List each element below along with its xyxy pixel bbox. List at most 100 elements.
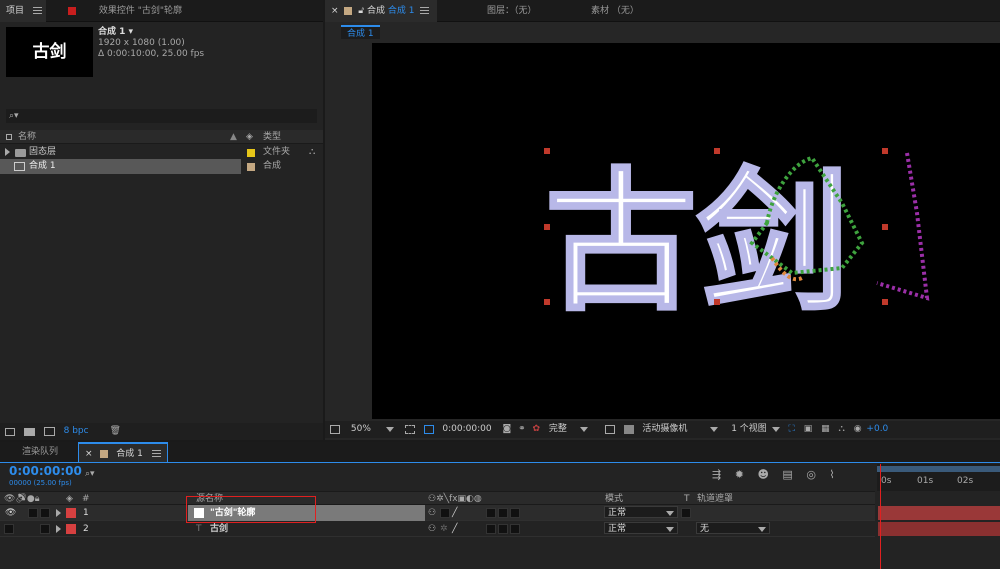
current-time[interactable]: 0:00:00:00 [442, 421, 491, 438]
resolution-dropdown-icon[interactable] [579, 427, 588, 432]
exposure-value[interactable]: +0.0 [866, 421, 888, 438]
col-index[interactable]: # [82, 492, 90, 506]
eye-icon[interactable]: 👁︎ [5, 505, 16, 521]
col-mode[interactable]: 模式 [605, 492, 623, 506]
zoom-dropdown-icon[interactable] [385, 427, 394, 432]
layer-mode-select[interactable]: 正常 [604, 522, 678, 534]
lock-icon[interactable]: 🔓︎ [358, 6, 364, 16]
bpc-button[interactable]: 8 bpc [64, 423, 89, 440]
exposure-reset-icon[interactable]: ◉ [854, 421, 862, 438]
panel-menu-icon[interactable] [151, 450, 161, 457]
quality-switch-icon[interactable]: ╱ [452, 521, 457, 537]
transform-handle-tm[interactable] [714, 148, 720, 154]
channel-icon[interactable]: ✿ [532, 421, 540, 438]
transform-handle-ml[interactable] [544, 224, 550, 230]
flowchart-toggle-icon[interactable]: ⛬ [839, 421, 845, 438]
layer-label-color[interactable] [66, 524, 76, 534]
camera-select[interactable]: 活动摄像机 [642, 421, 687, 438]
layer-label-color[interactable] [66, 508, 76, 518]
collapse-switch-icon[interactable]: ✲ [440, 521, 448, 537]
trash-icon[interactable]: 🗑 [109, 423, 120, 440]
lock-toggle[interactable] [40, 508, 50, 518]
layer-row-1[interactable]: 👁︎ 1 "古剑"轮廓 ⚇ ╱ 正常 [0, 496, 875, 523]
av-switches-icon[interactable]: 👁︎🔊︎●🔒︎ [4, 492, 40, 506]
col-t[interactable]: T [684, 492, 690, 506]
col-track-matte[interactable]: 轨道遮罩 [697, 492, 733, 506]
tab-project[interactable]: 项目 [0, 0, 46, 22]
col-type[interactable]: 类型 [263, 130, 281, 144]
effects-switch[interactable] [486, 508, 496, 518]
always-preview-icon[interactable] [330, 425, 340, 434]
new-folder-icon[interactable] [23, 427, 35, 436]
transform-handle-tl[interactable] [544, 148, 550, 154]
work-area-bar[interactable] [877, 466, 1000, 472]
expand-arrow-icon[interactable] [5, 145, 10, 160]
pixel-aspect-icon[interactable]: ⛶ [789, 421, 795, 438]
preserve-transparency-toggle[interactable] [681, 508, 691, 518]
shy-switch-icon[interactable]: ⚇ [428, 521, 436, 537]
comp-viewer[interactable]: 古剑 [372, 43, 1000, 419]
draft-3d-icon[interactable]: ✹ [735, 468, 744, 481]
label-color-tan[interactable] [247, 163, 255, 171]
views-select[interactable]: 1 个视图 [731, 421, 767, 438]
resolution-select[interactable]: 完整 [549, 421, 567, 438]
tab-footage[interactable]: 素材 （无） [585, 0, 645, 22]
comp-thumbnail[interactable]: 古剑 [6, 27, 93, 77]
expand-arrow-icon[interactable] [56, 521, 61, 537]
comp-info-name[interactable]: 合成 1 ▾ [98, 27, 204, 38]
sort-up-icon[interactable]: ▲ [230, 130, 237, 144]
visibility-toggle[interactable] [4, 524, 14, 534]
comp-mini-flowchart-icon[interactable]: ⇶ [712, 468, 721, 481]
comp-breadcrumb[interactable]: 合成 1 [341, 25, 380, 39]
mask-visibility-icon[interactable] [423, 425, 434, 434]
show-snapshot-icon[interactable]: ⚭ [518, 421, 526, 438]
playhead[interactable] [880, 464, 881, 569]
lock-toggle[interactable] [40, 524, 50, 534]
views-dropdown-icon[interactable] [771, 427, 780, 432]
interpret-footage-icon[interactable] [5, 427, 15, 436]
transform-handle-br[interactable] [882, 299, 888, 305]
tab-render-queue[interactable]: 渲染队列 [16, 442, 64, 462]
tag-icon[interactable]: ◈ [246, 130, 253, 144]
region-interest-icon[interactable] [604, 425, 615, 434]
motion-blur-switch[interactable] [510, 524, 520, 534]
shy-icon[interactable]: ☻ [757, 468, 768, 481]
tab-layer[interactable]: 图层：（无） [481, 0, 543, 22]
frame-blend-switch[interactable] [498, 508, 508, 518]
zoom-select[interactable]: 50% [351, 421, 371, 438]
transform-handle-tr[interactable] [882, 148, 888, 154]
col-name[interactable]: 名称 [18, 130, 36, 144]
fast-preview-icon[interactable]: ▣ [804, 421, 813, 438]
panel-menu-icon[interactable] [420, 7, 430, 14]
snapshot-icon[interactable]: ◙ [502, 421, 511, 438]
close-icon[interactable]: × [331, 6, 339, 16]
camera-dropdown-icon[interactable] [710, 427, 719, 432]
transform-handle-bl[interactable] [544, 299, 550, 305]
project-item-folder[interactable]: 固态层 文件夹 ⛬ [0, 145, 323, 160]
project-search-input[interactable]: ⌕▾ [6, 109, 317, 123]
safe-zones-icon[interactable] [404, 425, 415, 434]
new-comp-icon[interactable] [43, 427, 55, 436]
frame-blend-icon[interactable]: ▤ [782, 468, 792, 481]
motion-blur-icon[interactable]: ◎ [806, 468, 816, 481]
timeline-current-time[interactable]: 0:00:00:00 [9, 464, 82, 478]
motion-blur-switch[interactable] [510, 508, 520, 518]
layer-bar-1[interactable] [878, 506, 1000, 520]
audio-toggle[interactable] [28, 508, 38, 518]
track-matte-select[interactable]: 无 [696, 522, 770, 534]
panel-menu-icon[interactable] [32, 7, 42, 14]
expand-arrow-icon[interactable] [56, 505, 61, 521]
tab-effects[interactable]: 效果控件 "古剑"轮廓 [62, 0, 188, 22]
transparency-grid-icon[interactable] [623, 425, 634, 434]
shy-switch-icon[interactable]: ⚇ [428, 505, 436, 521]
transform-handle-bm[interactable] [714, 299, 720, 305]
label-col-icon[interactable]: ◈ [66, 492, 73, 506]
timeline-search-input[interactable]: ⌕▾ [85, 469, 685, 483]
quality-switch-icon[interactable]: ╱ [452, 505, 457, 521]
graph-editor-icon[interactable]: ⌇ [829, 468, 834, 481]
tab-timeline-comp[interactable]: × 合成 1 [78, 442, 168, 462]
time-ruler[interactable]: 0s 01s 02s [877, 464, 1000, 491]
label-color-yellow[interactable] [247, 149, 255, 157]
frame-blend-switch[interactable] [498, 524, 508, 534]
collapse-switch[interactable] [440, 508, 450, 518]
